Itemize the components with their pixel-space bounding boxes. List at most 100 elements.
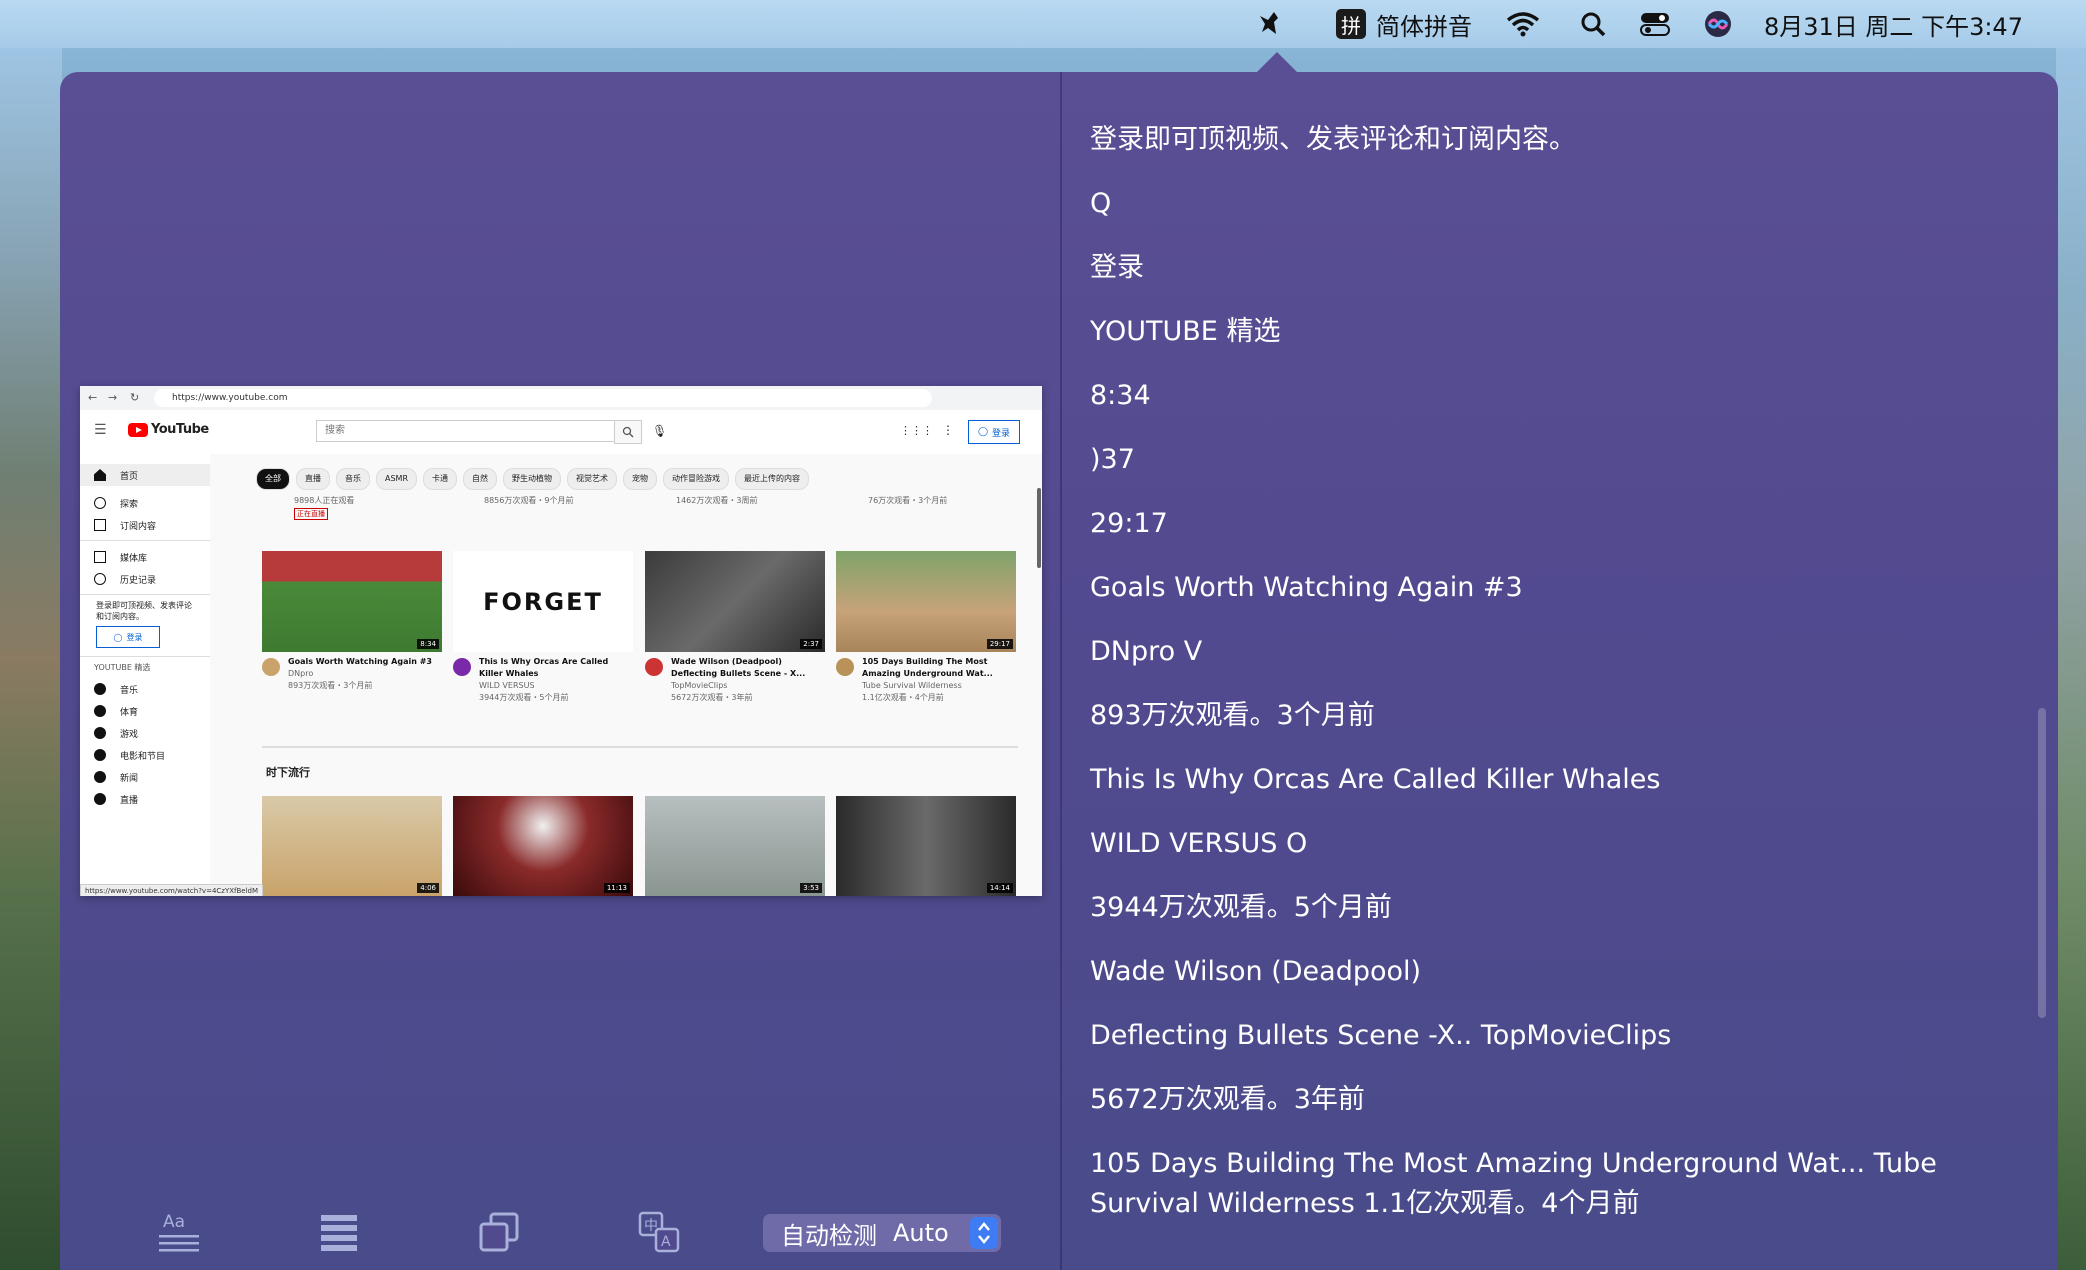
font-size-icon: Aa xyxy=(159,1212,199,1252)
youtube-logo-text: YouTube xyxy=(151,422,209,437)
copy-button[interactable] xyxy=(477,1210,521,1254)
chip: 宠物 xyxy=(623,468,658,490)
chip: 全部 xyxy=(256,468,290,490)
desktop-wallpaper-right xyxy=(2056,48,2086,1270)
video-stats: 1462万次观看・3周前 xyxy=(676,496,758,505)
signin-label: 登录 xyxy=(126,632,143,642)
sidebar-item-label: 音乐 xyxy=(120,685,139,696)
back-icon: ← xyxy=(88,391,98,404)
sidebar-item-label: 探索 xyxy=(120,499,139,510)
spotlight-search-icon[interactable] xyxy=(1580,0,1606,48)
video-thumbnail: 2:37 xyxy=(645,551,825,652)
text-line[interactable]: 5672万次观看。3年前 xyxy=(1090,1080,2030,1120)
home-icon xyxy=(94,469,106,481)
video-title: Goals Worth Watching Again #3 xyxy=(288,657,432,666)
text-line[interactable]: WILD VERSUS O xyxy=(1090,824,2030,864)
ocr-popover: ← → ↻ https://www.youtube.com ☰ YouTube … xyxy=(60,72,2058,1270)
sidebar-item-history: 历史记录 xyxy=(80,568,210,590)
movies-icon xyxy=(94,749,106,761)
chip: 动作冒险游戏 xyxy=(663,468,730,490)
sidebar-signin-button: ◯ 登录 xyxy=(96,626,160,648)
video-duration: 11:13 xyxy=(603,883,630,893)
video-title: 105 Days Building The Most Amazing Under… xyxy=(862,657,993,678)
sidebar-item-gaming: 游戏 xyxy=(80,722,210,744)
list-view-button[interactable] xyxy=(317,1210,361,1254)
sidebar-item-label: 电影和节目 xyxy=(120,751,166,762)
text-line[interactable]: 893万次观看。3个月前 xyxy=(1090,696,2030,736)
sidebar-item-label: 直播 xyxy=(120,795,139,806)
url-field: https://www.youtube.com xyxy=(154,389,932,407)
siri-icon[interactable] xyxy=(1704,0,1732,48)
control-center-icon[interactable] xyxy=(1640,0,1670,48)
sidebar-item-subscriptions: 订阅内容 xyxy=(80,514,210,536)
gaming-icon xyxy=(94,727,106,739)
live-badge: 正在直播 xyxy=(294,508,328,520)
youtube-search-icon xyxy=(614,420,642,444)
text-line[interactable]: 3944万次观看。5个月前 xyxy=(1090,888,2030,928)
text-line[interactable]: YOUTUBE 精选 xyxy=(1090,312,2030,352)
text-line[interactable]: This Is Why Orcas Are Called Killer Whal… xyxy=(1090,760,2030,800)
mic-icon: 🎙 xyxy=(652,424,668,438)
video-meta: This Is Why Orcas Are Called Killer Whal… xyxy=(479,656,619,704)
user-icon: ◯ xyxy=(113,632,123,642)
youtube-search-input: 搜索 xyxy=(316,420,622,442)
sidebar-item-label: 游戏 xyxy=(120,729,139,740)
text-line[interactable]: )37 xyxy=(1090,440,2030,480)
news-icon xyxy=(94,771,106,783)
input-method-label: 简体拼音 xyxy=(1376,12,1472,41)
video-duration: 4:06 xyxy=(417,883,439,893)
channel-name: TopMovieClips xyxy=(671,681,728,690)
video-meta: Wade Wilson (Deadpool) Deflecting Bullet… xyxy=(671,656,821,704)
sidebar-item-home: 首页 xyxy=(80,464,210,486)
input-method-badge: 拼 xyxy=(1336,9,1366,39)
chip: 野生动植物 xyxy=(503,468,562,490)
video-stats: 5672万次观看・3年前 xyxy=(671,693,753,702)
text-panel-scrollbar[interactable] xyxy=(2038,708,2046,1018)
sidebar-item-label: 订阅内容 xyxy=(120,521,157,532)
chip: 视觉艺术 xyxy=(567,468,618,490)
language-select-label-cn: 自动检测 xyxy=(781,1221,877,1250)
clock[interactable]: 8月31日 周二 下午3:47 xyxy=(1764,0,2023,48)
wifi-icon[interactable] xyxy=(1506,0,1540,48)
recognized-text-panel[interactable]: 登录即可顶视频、发表评论和订阅内容。 Q 登录 YOUTUBE 精选 8:34 … xyxy=(1090,120,2030,1248)
sidebar-item-music: 音乐 xyxy=(80,678,210,700)
text-line[interactable]: 登录即可顶视频、发表评论和订阅内容。 xyxy=(1090,120,2030,160)
text-line[interactable]: Goals Worth Watching Again #3 xyxy=(1090,568,2030,608)
language-select[interactable]: 自动检测 Auto xyxy=(763,1214,1001,1252)
video-duration: 14:14 xyxy=(986,883,1013,893)
section-title: YOUTUBE 精选 xyxy=(94,663,151,672)
hamburger-icon: ☰ xyxy=(94,422,107,438)
chip: ASMR xyxy=(376,468,418,490)
text-line[interactable]: DNpro V xyxy=(1090,632,2030,672)
reload-icon: ↻ xyxy=(130,391,140,404)
chip: 卡通 xyxy=(423,468,458,490)
status-url: https://www.youtube.com/watch?v=4CzYXfBe… xyxy=(80,884,264,896)
text-line[interactable]: 29:17 xyxy=(1090,504,2030,544)
text-line[interactable]: Wade Wilson (Deadpool) xyxy=(1090,952,2030,992)
sidebar-item-news: 新闻 xyxy=(80,766,210,788)
youtube-logo: YouTube xyxy=(128,422,209,437)
text-line[interactable]: 登录 xyxy=(1090,248,2030,288)
app-status-icon[interactable] xyxy=(1254,0,1286,48)
video-thumbnail: 14:14 xyxy=(836,796,1016,896)
video-stats: 8856万次观看・9个月前 xyxy=(484,496,574,505)
channel-avatar xyxy=(262,658,280,676)
text-line[interactable]: Q xyxy=(1090,184,2030,224)
translate-button[interactable]: 中 A xyxy=(637,1210,681,1254)
chip: 最近上传的内容 xyxy=(735,468,810,490)
chip: 直播 xyxy=(296,468,330,490)
youtube-play-icon xyxy=(128,422,148,437)
text-line[interactable]: 8:34 xyxy=(1090,376,2030,416)
text-line[interactable]: Deflecting Bullets Scene -X.. TopMovieCl… xyxy=(1090,1016,2030,1056)
thumbnail-text: FORGET xyxy=(483,587,603,616)
text-style-button[interactable]: Aa xyxy=(157,1210,201,1254)
video-thumbnail: 29:17 xyxy=(836,551,1016,652)
signin-prompt: 登录即可顶视频、发表评论和订阅内容。 xyxy=(96,601,192,621)
text-line[interactable]: 105 Days Building The Most Amazing Under… xyxy=(1090,1144,2030,1224)
channel-name: WILD VERSUS xyxy=(479,681,535,690)
video-stats: 3944万次观看・5个月前 xyxy=(479,693,569,702)
compass-icon xyxy=(94,497,106,509)
input-method-menu[interactable]: 拼 简体拼音 xyxy=(1336,0,1472,48)
captured-screenshot[interactable]: ← → ↻ https://www.youtube.com ☰ YouTube … xyxy=(80,386,1042,896)
bird-icon xyxy=(1260,12,1278,34)
